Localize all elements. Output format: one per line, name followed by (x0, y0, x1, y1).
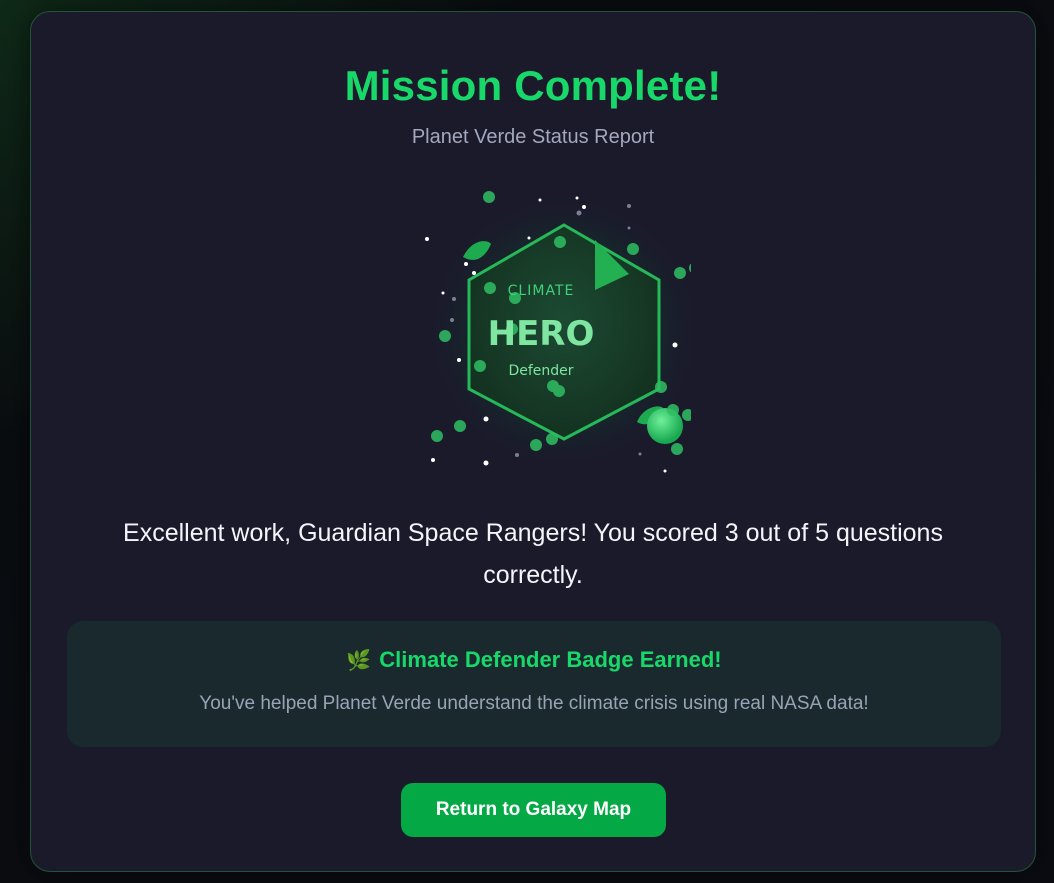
page-title: Mission Complete! (344, 62, 722, 109)
score-message: Excellent work, Guardian Space Rangers! … (123, 519, 943, 589)
badge-earned-panel: 🌿 Climate Defender Badge Earned! You've h… (67, 621, 1001, 747)
climate-hero-badge: CLIMATE HERO Defender (391, 182, 691, 482)
leaf-icon: 🌿 (346, 650, 372, 672)
mission-complete-card: Mission Complete! Planet Verde Status Re… (30, 11, 1036, 872)
badge-earned-title: Climate Defender Badge Earned! (379, 647, 722, 672)
badge-label-climate: CLIMATE (507, 283, 575, 299)
return-to-galaxy-map-button[interactable]: Return to Galaxy Map (401, 783, 666, 837)
badge-earned-description: You've helped Planet Verde understand th… (199, 693, 869, 714)
badge-earned-title-row: 🌿 Climate Defender Badge Earned! (67, 647, 1001, 673)
badge-label-hero: HERO (487, 314, 595, 354)
page-subtitle: Planet Verde Status Report (411, 126, 655, 148)
badge-label-defender: Defender (508, 363, 574, 379)
